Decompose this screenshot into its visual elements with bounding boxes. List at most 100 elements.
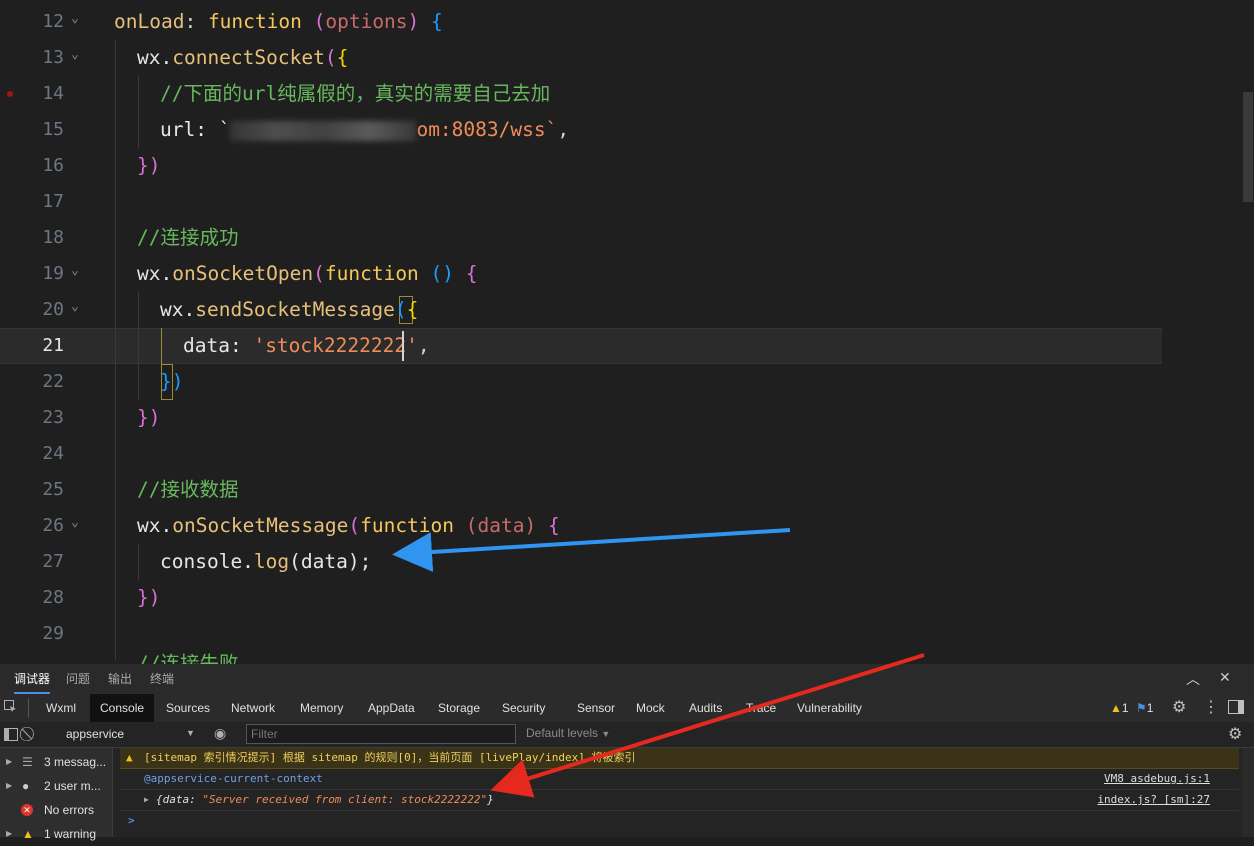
code-line-18: //连接成功	[137, 226, 239, 249]
code-line-21: data: 'stock2222222',	[183, 334, 430, 357]
tab-appdata[interactable]: AppData	[368, 694, 415, 722]
settings-gear-icon[interactable]: ⚙	[1172, 697, 1186, 717]
source-link[interactable]: VM8 asdebug.js:1	[1104, 769, 1210, 789]
line-gutter: 12 13 14 15 16 17 18 19 20 21 22 23 24 2…	[0, 0, 92, 664]
console-warning-row: ▲ [sitemap 索引情况提示] 根据 sitemap 的规则[0]，当前页面…	[120, 748, 1239, 769]
devtools-tab-bar: Wxml Console Sources Network Memory AppD…	[0, 694, 1254, 723]
tab-storage[interactable]: Storage	[438, 694, 480, 722]
sidebar-item-messages[interactable]: ▶ ☰ 3 messag...	[0, 750, 112, 774]
line-number: 16	[42, 155, 64, 176]
code-line-13: wx.connectSocket({	[137, 46, 349, 69]
line-number: 24	[42, 443, 64, 464]
warning-icon: ▲	[22, 827, 34, 841]
line-number: 13	[42, 47, 64, 68]
fold-chevron-icon[interactable]: ⌄	[71, 40, 79, 76]
tab-output[interactable]: 输出	[108, 664, 132, 694]
code-line-12: onLoad: function (options) {	[114, 10, 443, 33]
sidebar-item-errors[interactable]: ✕ No errors	[0, 798, 112, 822]
editor-scrollbar[interactable]	[1242, 0, 1254, 664]
console-output: ▲ [sitemap 索引情况提示] 根据 sitemap 的规则[0]，当前页面…	[120, 748, 1239, 837]
fold-chevron-icon[interactable]: ⌄	[71, 4, 79, 40]
close-panel-icon[interactable]: ✕	[1219, 669, 1231, 686]
fold-chevron-icon[interactable]: ⌄	[71, 292, 79, 328]
tab-network[interactable]: Network	[231, 694, 275, 722]
code-lines[interactable]: onLoad: function (options) { wx.connectS…	[92, 0, 1242, 664]
sidebar-item-user-messages[interactable]: ▶ ● 2 user m...	[0, 774, 112, 798]
warning-triangle-icon: ▲	[1110, 701, 1122, 715]
console-scrollbar[interactable]	[1242, 748, 1254, 837]
error-icon: ✕	[21, 804, 33, 816]
expand-arrow-icon[interactable]: ▶	[144, 790, 149, 810]
line-number: 20	[42, 299, 64, 320]
tab-problems[interactable]: 问题	[66, 664, 90, 694]
code-line-14: //下面的url纯属假的，真实的需要自己去加	[160, 82, 551, 105]
warning-icon: ▲	[126, 751, 133, 764]
code-line-15: url: ` om:8083/wss`,	[160, 118, 570, 141]
line-number: 18	[42, 227, 64, 248]
tab-sensor[interactable]: Sensor	[577, 694, 615, 722]
tab-wxml[interactable]: Wxml	[46, 694, 76, 722]
context-select[interactable]: appservice ▼	[58, 725, 198, 744]
code-line-19: wx.onSocketOpen(function () {	[137, 262, 478, 285]
code-line-25: //接收数据	[137, 478, 239, 501]
console-context-row: @appservice-current-context VM8 asdebug.j…	[120, 769, 1239, 790]
console-prompt[interactable]: >	[120, 811, 1239, 831]
user-icon: ●	[22, 779, 30, 793]
info-flag-icon: ⚑	[1135, 701, 1147, 715]
code-line-26: wx.onSocketMessage(function (data) {	[137, 514, 560, 537]
tab-mock[interactable]: Mock	[636, 694, 665, 722]
code-line-16: })	[137, 154, 161, 177]
inspect-element-icon[interactable]	[4, 700, 17, 713]
tab-vulnerability[interactable]: Vulnerability	[797, 694, 862, 722]
issue-badges[interactable]: ▲1 ⚑1	[1110, 694, 1153, 722]
sidebar-item-warnings[interactable]: ▶ ▲ 1 warning	[0, 822, 112, 846]
console-log-row[interactable]: ▶ {data: "Server received from client: st…	[120, 790, 1239, 811]
line-number: 28	[42, 587, 64, 608]
dropdown-arrow-icon: ▼	[601, 729, 611, 739]
more-options-icon[interactable]: ⋮	[1203, 697, 1219, 717]
divider	[28, 698, 29, 718]
console-settings-icon[interactable]: ⚙	[1228, 724, 1242, 744]
list-icon: ☰	[22, 755, 33, 769]
devtools-panel: 调试器 问题 输出 终端 ︿ ✕ Wxml Console Sources Ne…	[0, 664, 1254, 841]
line-number-active: 21	[42, 335, 64, 356]
code-line-27: console.log(data);	[160, 550, 372, 573]
indent-guide	[115, 40, 116, 660]
fold-chevron-icon[interactable]: ⌄	[71, 256, 79, 292]
panel-tab-strip: 调试器 问题 输出 终端 ︿ ✕	[0, 664, 1254, 694]
code-line-23: })	[137, 406, 161, 429]
log-levels-dropdown[interactable]: Default levels ▼	[526, 726, 610, 740]
bracket-match-guide	[161, 328, 163, 364]
dock-side-icon[interactable]	[1228, 700, 1244, 714]
filter-input[interactable]	[246, 724, 516, 744]
breakpoint-dot[interactable]	[7, 91, 13, 97]
console-sidebar: ▶ ☰ 3 messag... ▶ ● 2 user m... ✕ No errors ▶…	[0, 748, 113, 841]
tab-audits[interactable]: Audits	[689, 694, 722, 722]
collapse-panel-icon[interactable]: ︿	[1186, 669, 1200, 689]
line-number: 19	[42, 263, 64, 284]
tab-memory[interactable]: Memory	[300, 694, 343, 722]
tab-sources[interactable]: Sources	[166, 694, 210, 722]
fold-chevron-icon[interactable]: ⌄	[71, 508, 79, 544]
line-number: 25	[42, 479, 64, 500]
indent-guide	[138, 292, 139, 400]
code-editor[interactable]: 12 13 14 15 16 17 18 19 20 21 22 23 24 2…	[0, 0, 1254, 664]
eye-icon[interactable]: ◉	[214, 725, 226, 742]
line-number: 22	[42, 371, 64, 392]
tab-trace[interactable]: Trace	[746, 694, 776, 722]
tab-debugger[interactable]: 调试器	[14, 664, 51, 694]
scrollbar-thumb[interactable]	[1243, 92, 1253, 202]
redacted-url	[230, 120, 417, 141]
tab-terminal[interactable]: 终端	[150, 664, 174, 694]
line-number: 15	[42, 119, 64, 140]
tab-security[interactable]: Security	[502, 694, 545, 722]
expand-arrow-icon: ▶	[6, 757, 13, 766]
code-line-20: wx.sendSocketMessage({	[160, 298, 419, 321]
line-number: 12	[42, 11, 64, 32]
sidebar-toggle-icon[interactable]	[4, 728, 18, 741]
indent-guide	[138, 76, 139, 148]
line-number: 26	[42, 515, 64, 536]
source-link[interactable]: index.js? [sm]:27	[1097, 790, 1210, 810]
tab-console[interactable]: Console	[90, 694, 155, 722]
expand-arrow-icon: ▶	[6, 781, 13, 790]
